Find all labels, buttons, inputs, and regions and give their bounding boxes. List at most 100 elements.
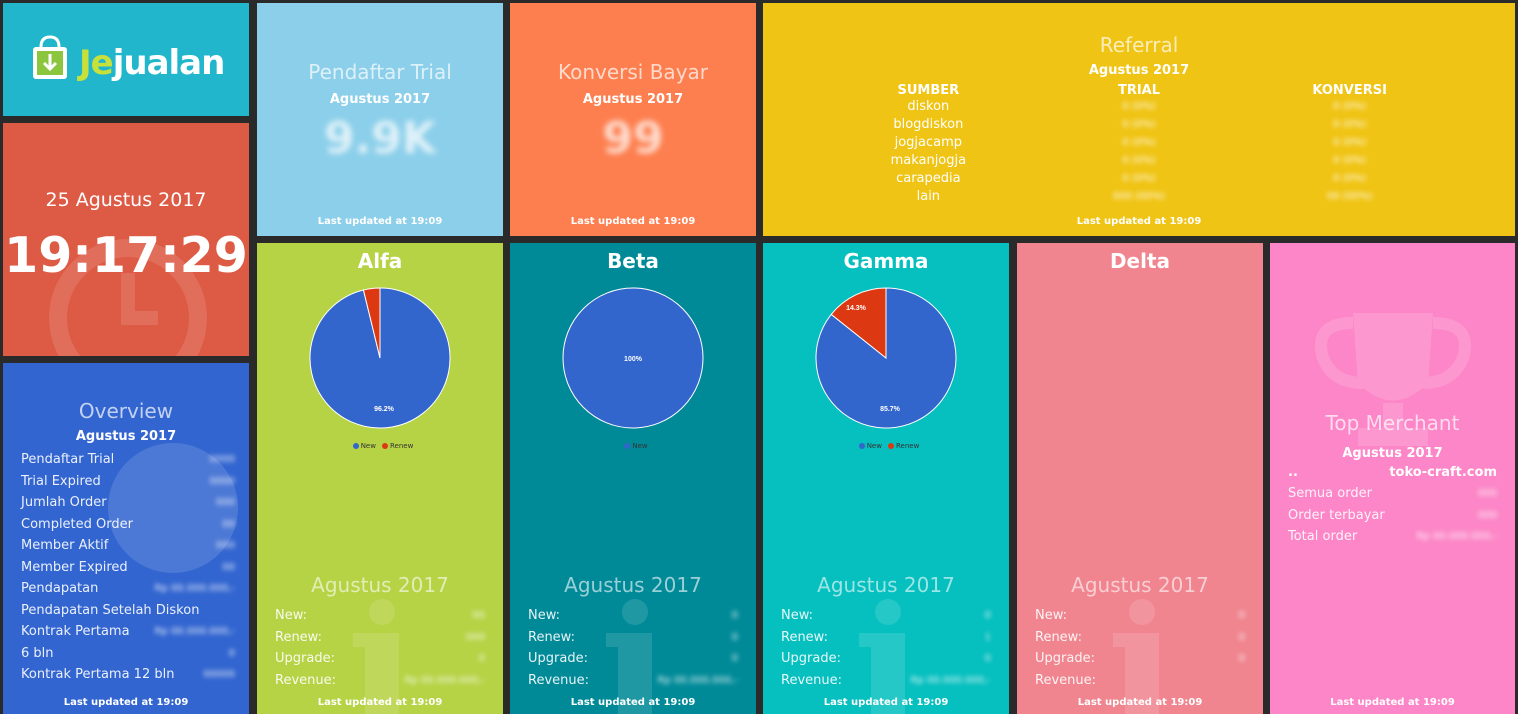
referral-cell-trial: 0 (0%) <box>1122 155 1156 166</box>
top-merchant-row-value: Rp 00.000.000,- <box>1416 531 1497 542</box>
overview-row: Pendaftar Trial 0000 <box>21 449 235 471</box>
overview-row-value: 00000 <box>203 669 235 680</box>
package-stat-label: New: <box>781 608 814 623</box>
overview-row-label: Member Expired <box>21 559 128 575</box>
overview-row: 6 bln 0 <box>21 643 235 665</box>
top-merchant-row-label: Order terbayar <box>1288 507 1385 523</box>
package-stat-row: Revenue: Rp 00.000.000,- <box>528 670 738 692</box>
package-stat-row: Revenue: Rp 00.000.000,- <box>781 670 991 692</box>
package-stat-row: Upgrade: 0 <box>528 648 738 670</box>
package-stat-label: New: <box>1035 608 1068 623</box>
package-stat-value: 0 <box>984 653 991 664</box>
package-footer: Last updated at 19:09 <box>570 697 696 708</box>
package-footer: Last updated at 19:09 <box>317 697 443 708</box>
package-period: Agustus 2017 <box>311 573 449 597</box>
referral-cell-sumber: jogjacamp <box>894 135 963 150</box>
overview-row-label: 6 bln <box>21 645 54 661</box>
referral-row: lain 000 (00%) 00 (00%) <box>823 188 1455 206</box>
overview-row: Member Expired 00 <box>21 557 235 579</box>
top-merchant-row: Order terbayar 000 <box>1288 505 1497 527</box>
referral-cell-konversi: 00 (00%) <box>1326 191 1373 202</box>
top-merchant-dots: .. <box>1288 465 1298 480</box>
pie-legend: New Renew <box>257 442 503 450</box>
overview-row-label: Pendapatan Setelah Diskon <box>21 602 200 618</box>
top-merchant-row-label: Total order <box>1288 529 1358 544</box>
trial-tile: Pendaftar Trial Agustus 2017 9.9K Last u… <box>257 3 503 236</box>
package-title: Delta <box>1109 249 1171 273</box>
top-merchant-name[interactable]: toko-craft.com <box>1389 465 1497 480</box>
overview-row-label: Jumlah Order <box>21 495 107 510</box>
package-stats: Agustus 2017 New: 0 Renew: 1 Upgrade: 0 Revenue… <box>781 573 991 691</box>
referral-header-trial: TRIAL <box>1117 83 1161 98</box>
package-stat-row: Upgrade: 0 <box>275 648 485 670</box>
package-stat-label: Renew: <box>528 629 575 645</box>
top-merchant-footer: Last updated at 19:09 <box>1330 697 1455 708</box>
pie-data-label: 100% <box>624 356 643 363</box>
package-stat-value: 0 <box>984 610 991 621</box>
top-merchant-list: Semua order 000 Order terbayar 000 Total ord… <box>1288 483 1497 548</box>
package-stat-label: Upgrade: <box>781 651 841 666</box>
top-merchant-row: Semua order 000 <box>1288 483 1497 505</box>
package-stat-value: Rp 00.000.000,- <box>657 674 738 686</box>
referral-cell-trial: 0 (0%) <box>1122 137 1156 148</box>
package-stat-row: New: 00 <box>275 605 485 627</box>
package-stat-value: 0 <box>731 610 738 621</box>
package-period: Agustus 2017 <box>564 573 702 597</box>
overview-row-value: 0000 <box>209 475 235 487</box>
pie-data-label: 85.7% <box>880 406 901 413</box>
konversi-title: Konversi Bayar <box>557 60 709 84</box>
legend-label: Renew <box>389 442 414 450</box>
overview-row: Kontrak Pertama 12 bln 00000 <box>21 664 235 686</box>
package-stat-label: Revenue: <box>781 672 842 688</box>
legend-label: New <box>866 442 882 450</box>
package-stat-row: Renew: 0 <box>528 627 738 649</box>
package-stat-label: Revenue: <box>528 672 589 688</box>
clock-time: 19:17:29 <box>4 227 248 284</box>
package-stat-label: Revenue: <box>1035 672 1096 688</box>
referral-cell-konversi: 0 (0%) <box>1333 137 1367 148</box>
referral-footer: Last updated at 19:09 <box>1076 216 1202 227</box>
package-stat-label: Revenue: <box>275 672 336 688</box>
referral-cell-sumber: makanjogja <box>890 153 967 168</box>
top-merchant-row-value: 000 <box>1477 509 1497 521</box>
referral-title: Referral <box>1099 33 1179 57</box>
referral-tile: Referral Agustus 2017 SUMBER TRIAL KONVERS… <box>763 3 1515 236</box>
package-stat-value: 00 <box>472 610 485 621</box>
top-merchant-title: Top Merchant <box>1325 411 1460 435</box>
top-merchant-tile: Top Merchant Agustus 2017 .. toko-craft.… <box>1270 243 1515 714</box>
logo-tile[interactable]: Jejualan <box>3 3 249 116</box>
overview-footer: Last updated at 19:09 <box>63 697 189 708</box>
referral-row: makanjogja 0 (0%) 0 (0%) <box>823 152 1455 170</box>
package-stat-label: Upgrade: <box>1035 651 1095 666</box>
konversi-period: Agustus 2017 <box>582 92 684 107</box>
overview-row-value: 000 <box>215 497 235 508</box>
package-stat-value: 0 <box>478 653 485 664</box>
shopping-bag-icon <box>33 35 67 79</box>
referral-cell-sumber: carapedia <box>896 171 961 186</box>
referral-cell-trial: 0 (0%) <box>1122 101 1156 112</box>
package-stat-row: New: 0 <box>781 605 991 627</box>
overview-row-value: 000 <box>215 540 235 551</box>
referral-row: carapedia 0 (0%) 0 (0%) <box>823 170 1455 188</box>
overview-row: Pendapatan Setelah Diskon <box>21 600 235 622</box>
pie-legend: New <box>510 442 756 450</box>
referral-header-konversi: KONVERSI <box>1312 83 1387 98</box>
package-stat-row: Renew: 1 <box>781 627 991 649</box>
overview-row-label: Completed Order <box>21 516 133 532</box>
referral-cell-trial: 000 (00%) <box>1112 191 1166 202</box>
package-stat-label: Renew: <box>781 629 828 645</box>
package-stat-label: Upgrade: <box>275 651 335 666</box>
package-stats: Agustus 2017 New: 0 Renew: 0 Upgrade: 0 Revenue… <box>528 573 738 691</box>
legend-swatch <box>352 443 359 449</box>
overview-row-label: Trial Expired <box>21 473 101 489</box>
package-stat-value: 0 <box>1238 631 1245 643</box>
package-stat-row: New: 0 <box>528 605 738 627</box>
clock-tile: 25 Agustus 2017 19:17:29 <box>3 123 249 356</box>
overview-row-label: Kontrak Pertama 12 bln <box>21 667 175 682</box>
package-period: Agustus 2017 <box>817 573 955 597</box>
package-title: Alfa <box>357 249 403 273</box>
pie-data-label: 96.2% <box>374 406 395 413</box>
package-stat-label: New: <box>528 608 561 623</box>
referral-header-sumber: SUMBER <box>897 83 960 98</box>
overview-row: Pendapatan Rp 00.000.000,- <box>21 578 235 600</box>
